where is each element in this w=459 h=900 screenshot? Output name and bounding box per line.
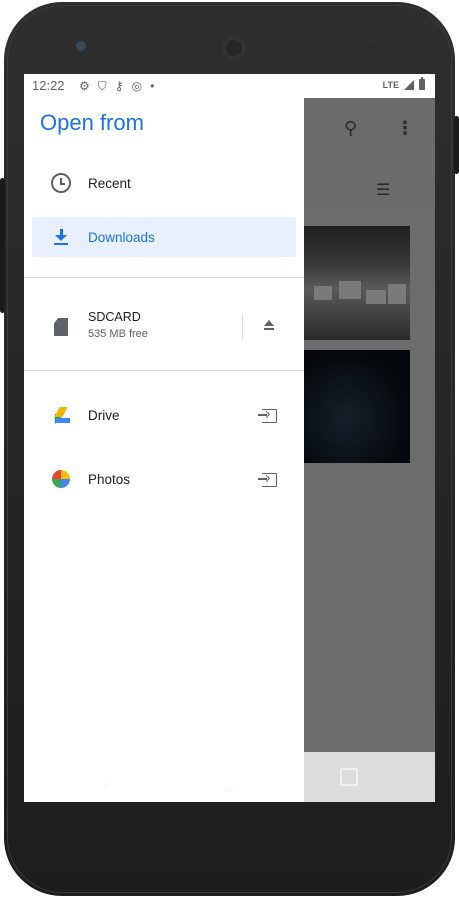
open-external-icon[interactable]: [258, 473, 277, 487]
key-icon: ⚷: [114, 79, 124, 93]
drive-icon: [50, 404, 72, 426]
background-toolbar: ⚲ ⋮ ☰: [304, 98, 435, 208]
clock-icon: [50, 172, 72, 194]
root-item-photos[interactable]: Photos: [24, 457, 304, 501]
status-time: 12:22: [32, 78, 65, 93]
status-bar: 12:22 ⚙ ⛉ ⚷ ◎ • LTE: [24, 74, 435, 98]
drawer-title: Open from: [40, 110, 144, 135]
sd-card-icon: [50, 316, 72, 338]
root-item-label: Recent: [88, 175, 131, 191]
home-nav-icon[interactable]: ◡: [224, 778, 234, 792]
photos-icon: [50, 468, 72, 490]
navigation-bar: [304, 752, 435, 802]
front-speaker: [76, 41, 86, 51]
list-view-icon: ☰: [376, 182, 391, 199]
divider: [24, 370, 304, 371]
open-external-icon[interactable]: [258, 409, 277, 423]
root-item-recent[interactable]: Recent: [24, 161, 304, 205]
back-nav-icon[interactable]: ‹: [104, 778, 108, 792]
root-item-label: Downloads: [88, 229, 155, 245]
dot-icon: •: [150, 79, 155, 93]
power-button[interactable]: [454, 116, 459, 174]
system-icons: LTE: [382, 77, 425, 90]
search-icon: ⚲: [344, 118, 358, 138]
sdcard-free-space: 535 MB free: [88, 328, 148, 340]
background-photo-thumbnail: [304, 350, 410, 463]
recents-nav-icon[interactable]: [340, 768, 358, 786]
divider: [24, 277, 304, 278]
root-item-sdcard[interactable]: SDCARD 535 MB free: [24, 301, 304, 353]
proximity-sensor: [370, 44, 375, 49]
gear-icon: ⚙: [79, 79, 90, 93]
screen: 12:22 ⚙ ⛉ ⚷ ◎ • LTE ⚲ ⋮ ☰ Open from Rece…: [24, 74, 435, 802]
background-photo-thumbnail: [304, 226, 410, 340]
network-type: LTE: [382, 79, 399, 90]
sdcard-title: SDCARD: [88, 310, 141, 324]
root-item-downloads[interactable]: Downloads: [32, 217, 296, 257]
eject-icon[interactable]: [262, 319, 276, 333]
battery-icon: [419, 77, 425, 90]
root-item-label: Drive: [88, 407, 120, 423]
root-item-drive[interactable]: Drive: [24, 393, 304, 437]
download-icon: [50, 226, 72, 248]
more-vert-icon: ⋮: [396, 118, 414, 138]
circle-icon: ◎: [131, 79, 143, 93]
front-camera: [222, 36, 246, 60]
shield-icon: ⛉: [97, 79, 107, 93]
root-item-label: Photos: [88, 471, 131, 487]
light-sensor: [388, 44, 393, 49]
open-from-drawer: Open from Recent Downloads SDCARD 535 MB…: [24, 98, 304, 802]
signal-icon: [404, 79, 414, 90]
volume-buttons[interactable]: [0, 178, 5, 313]
divider: [242, 314, 243, 340]
notification-icons: ⚙ ⛉ ⚷ ◎ •: [79, 78, 154, 94]
